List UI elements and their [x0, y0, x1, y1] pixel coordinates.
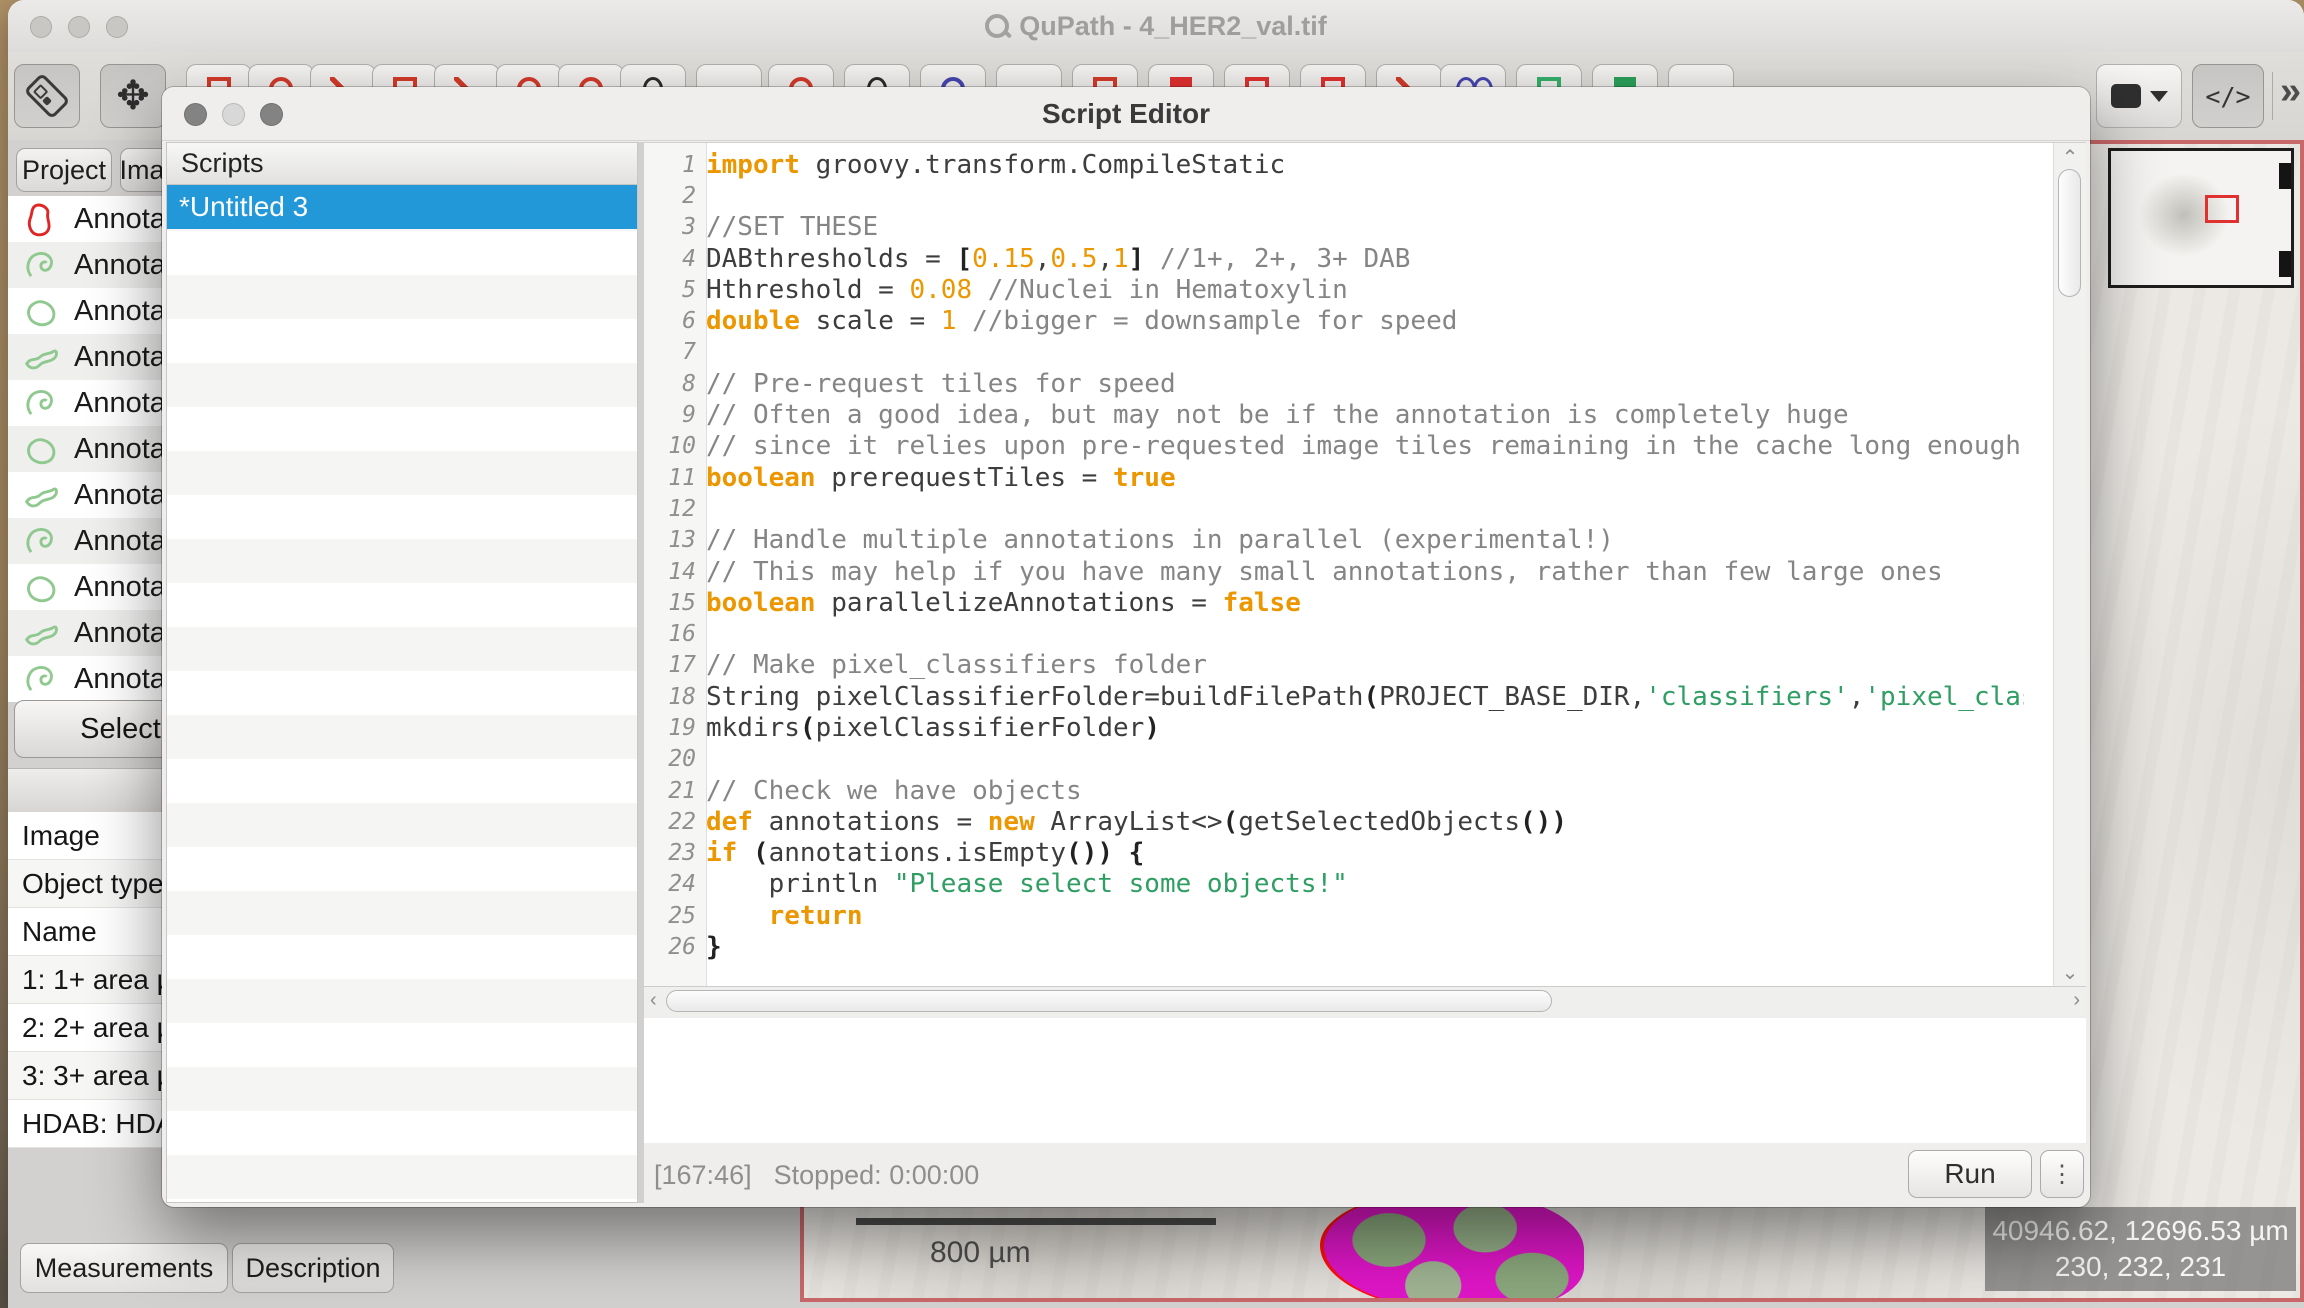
code-lines: 1import groovy.transform.CompileStatic23…	[644, 149, 2024, 963]
annotation-shape-icon	[20, 659, 60, 699]
run-button[interactable]: Run	[1908, 1150, 2032, 1198]
thumbnail-mark	[2279, 251, 2291, 277]
code-line: 1import groovy.transform.CompileStatic	[644, 149, 2024, 180]
code-line: 20	[644, 744, 2024, 775]
code-line: 9// Often a good idea, but may not be if…	[644, 399, 2024, 430]
code-line: 5Hthreshold = 0.08 //Nuclei in Hematoxyl…	[644, 274, 2024, 305]
annotation-shape-icon	[20, 245, 60, 285]
code-line: 24 println "Please select some objects!"	[644, 869, 2024, 900]
code-line: 12	[644, 493, 2024, 524]
horizontal-scrollbar[interactable]: ‹ ›	[644, 986, 2086, 1016]
scale-bar-label: 800 µm	[930, 1236, 1031, 1270]
annotation-shape-icon	[20, 567, 60, 607]
double-chevron-right-icon: »	[2280, 70, 2301, 112]
code-line: 26}	[644, 931, 2024, 962]
code-line: 10// since it relies upon pre-requested …	[644, 431, 2024, 462]
annotation-shape-icon	[20, 475, 60, 515]
vertical-scrollbar[interactable]: ⌃ ⌄	[2053, 143, 2086, 986]
code-line: 7	[644, 337, 2024, 368]
measurement-map-dropdown[interactable]	[2096, 64, 2182, 128]
code-line: 19mkdirs(pixelClassifierFolder)	[644, 712, 2024, 743]
script-editor-button[interactable]: </>	[2192, 64, 2264, 128]
console-output	[644, 1018, 2086, 1144]
scroll-right-icon[interactable]: ›	[2073, 989, 2080, 1012]
scroll-up-icon[interactable]: ⌃	[2054, 145, 2086, 170]
code-line: 25 return	[644, 900, 2024, 931]
code-line: 15boolean parallelizeAnnotations = false	[644, 587, 2024, 618]
code-line: 18String pixelClassifierFolder=buildFile…	[644, 681, 2024, 712]
tab-project[interactable]: Project	[16, 148, 112, 192]
location-coordinates: 40946.62, 12696.53 µm	[1992, 1213, 2288, 1249]
scripts-list-header: Scripts	[167, 143, 637, 185]
cursor-location-overlay: 40946.62, 12696.53 µm 230, 232, 231	[1985, 1207, 2296, 1291]
annotation-shape-icon	[20, 291, 60, 331]
script-editor-titlebar: Script Editor	[162, 87, 2090, 141]
code-line: 11boolean prerequestTiles = true	[644, 462, 2024, 493]
code-line: 23if (annotations.isEmpty()) {	[644, 838, 2024, 869]
move-icon: ✥	[116, 76, 150, 116]
toolbar-separator	[2272, 72, 2273, 120]
tab-description[interactable]: Description	[232, 1243, 394, 1293]
annotation-shape-icon	[20, 521, 60, 561]
code-line: 17// Make pixel_classifiers folder	[644, 650, 2024, 681]
scale-bar	[856, 1218, 1216, 1225]
chevron-down-icon	[2150, 91, 2168, 102]
location-pixel-values: 230, 232, 231	[2055, 1249, 2226, 1285]
script-list-item-selected[interactable]: *Untitled 3	[167, 185, 637, 229]
main-titlebar: QuPath - 4_HER2_val.tif	[8, 0, 2304, 53]
code-line: 4DABthresholds = [0.15,0.5,1] //1+, 2+, …	[644, 243, 2024, 274]
slide-overview-button[interactable]	[14, 64, 80, 128]
scripts-list-panel: Scripts *Untitled 3	[166, 142, 638, 1203]
thumbnail-viewport-rect	[2205, 195, 2239, 223]
code-line: 8// Pre-request tiles for speed	[644, 368, 2024, 399]
code-line: 2	[644, 180, 2024, 211]
script-editor-dialog: Script Editor Scripts *Untitled 3 1impor…	[162, 87, 2090, 1207]
code-line: 21// Check we have objects	[644, 775, 2024, 806]
toolbar-overflow-button[interactable]: »	[2280, 70, 2301, 113]
annotation-shape-icon	[20, 429, 60, 469]
qupath-main-window: QuPath - 4_HER2_val.tif ✥ </> » Project …	[8, 0, 2304, 1308]
window-title: QuPath - 4_HER2_val.tif	[8, 0, 2304, 52]
scroll-down-icon[interactable]: ⌄	[2054, 960, 2086, 985]
run-options-button[interactable]: ⋮	[2040, 1150, 2084, 1198]
annotation-shape-icon	[20, 613, 60, 653]
annotation-shape-icon	[20, 337, 60, 377]
code-icon: </>	[2205, 82, 2250, 111]
slide-icon	[24, 73, 71, 120]
annotation-shape-icon	[20, 383, 60, 423]
horizontal-scrollbar-thumb[interactable]	[666, 990, 1552, 1012]
overview-thumbnail[interactable]	[2108, 148, 2294, 288]
desktop: { "main_window": { "title": "QuPath - 4_…	[0, 0, 2304, 1308]
scroll-left-icon[interactable]: ‹	[650, 989, 657, 1012]
code-line: 16	[644, 618, 2024, 649]
script-status-bar: [167:46] Stopped: 0:00:00	[644, 1143, 2086, 1207]
code-line: 6double scale = 1 //bigger = downsample …	[644, 305, 2024, 336]
code-line: 14// This may help if you have many smal…	[644, 556, 2024, 587]
code-line: 22def annotations = new ArrayList<>(getS…	[644, 806, 2024, 837]
move-tool-button[interactable]: ✥	[100, 64, 166, 128]
kebab-menu-icon: ⋮	[2050, 1160, 2074, 1189]
tab-measurements[interactable]: Measurements	[20, 1243, 228, 1293]
vertical-scrollbar-thumb[interactable]	[2058, 169, 2081, 297]
measurement-map-icon	[2111, 84, 2141, 108]
code-editor[interactable]: 1import groovy.transform.CompileStatic23…	[644, 142, 2086, 986]
caret-position: [167:46]	[654, 1160, 752, 1191]
code-line: 3//SET THESE	[644, 212, 2024, 243]
thumbnail-mark	[2279, 163, 2291, 189]
classified-annotation-overlay	[1324, 1192, 1584, 1302]
qupath-logo-icon	[985, 14, 1009, 38]
annotation-shape-icon	[20, 199, 60, 239]
dialog-title: Script Editor	[162, 87, 2090, 140]
code-line: 13// Handle multiple annotations in para…	[644, 525, 2024, 556]
run-status: Stopped: 0:00:00	[774, 1160, 980, 1191]
